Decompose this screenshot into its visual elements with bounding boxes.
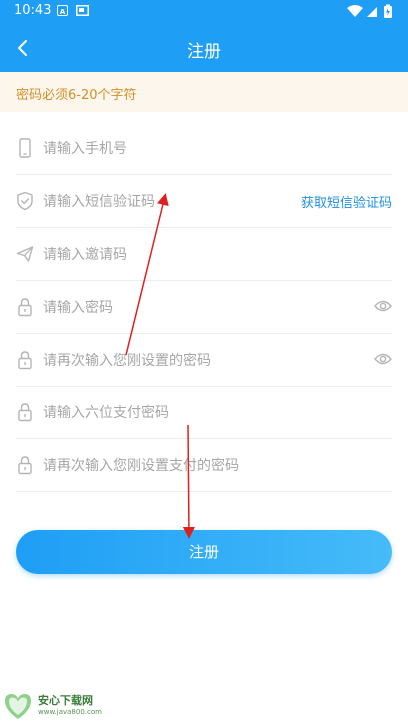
password-confirm-input[interactable]: 请再次输入您刚设置的密码	[43, 350, 211, 370]
signal-icon	[367, 7, 377, 17]
watermark-url: www.java800.com	[38, 708, 102, 716]
eye-icon[interactable]	[374, 299, 392, 313]
eye-icon[interactable]	[374, 352, 392, 366]
pay-password-confirm-field[interactable]: 请再次输入您刚设置支付的密码	[16, 439, 392, 492]
pay-password-confirm-input[interactable]: 请再次输入您刚设置支付的密码	[43, 455, 239, 475]
status-time: 10:43	[14, 3, 52, 18]
wifi-icon	[347, 5, 363, 17]
password-input[interactable]: 请输入密码	[43, 297, 113, 317]
heart-logo-icon	[5, 694, 31, 719]
notice-text: 密码必须6-20个字符	[16, 88, 137, 103]
pay-password-field[interactable]: 请输入六位支付密码	[16, 386, 392, 439]
sms-code-field[interactable]: 请输入短信验证码 获取短信验证码	[16, 175, 392, 228]
phone-input[interactable]: 请输入手机号	[43, 138, 127, 158]
notification-letter: A	[59, 7, 66, 16]
watermark: 安心下载网 www.java800.com	[2, 690, 112, 724]
password-confirm-field[interactable]: 请再次输入您刚设置的密码	[16, 334, 392, 387]
status-bar: 10:43 A	[0, 0, 408, 24]
invite-code-field[interactable]: 请输入邀请码	[16, 228, 392, 281]
sms-code-input[interactable]: 请输入短信验证码	[43, 191, 155, 211]
lock-icon	[18, 298, 32, 317]
system-status-icons	[347, 4, 392, 18]
notice-banner: 密码必须6-20个字符	[0, 72, 408, 112]
phone-icon	[19, 138, 31, 158]
notification-image-icon	[76, 5, 89, 16]
invite-code-input[interactable]: 请输入邀请码	[43, 244, 127, 264]
lock-icon	[18, 403, 32, 422]
shield-icon	[17, 191, 33, 211]
page-title: 注册	[187, 42, 221, 62]
get-sms-code-button[interactable]: 获取短信验证码	[301, 192, 392, 211]
lock-icon	[18, 456, 32, 475]
phone-field[interactable]: 请输入手机号	[16, 122, 392, 175]
pay-password-input[interactable]: 请输入六位支付密码	[43, 402, 169, 422]
register-button[interactable]: 注册	[16, 530, 392, 574]
watermark-name: 安心下载网	[38, 694, 93, 707]
send-icon	[16, 246, 34, 262]
notification-a-icon: A	[57, 5, 68, 16]
app-header: 注册	[0, 24, 408, 72]
password-field[interactable]: 请输入密码	[16, 281, 392, 334]
lock-icon	[18, 351, 32, 370]
